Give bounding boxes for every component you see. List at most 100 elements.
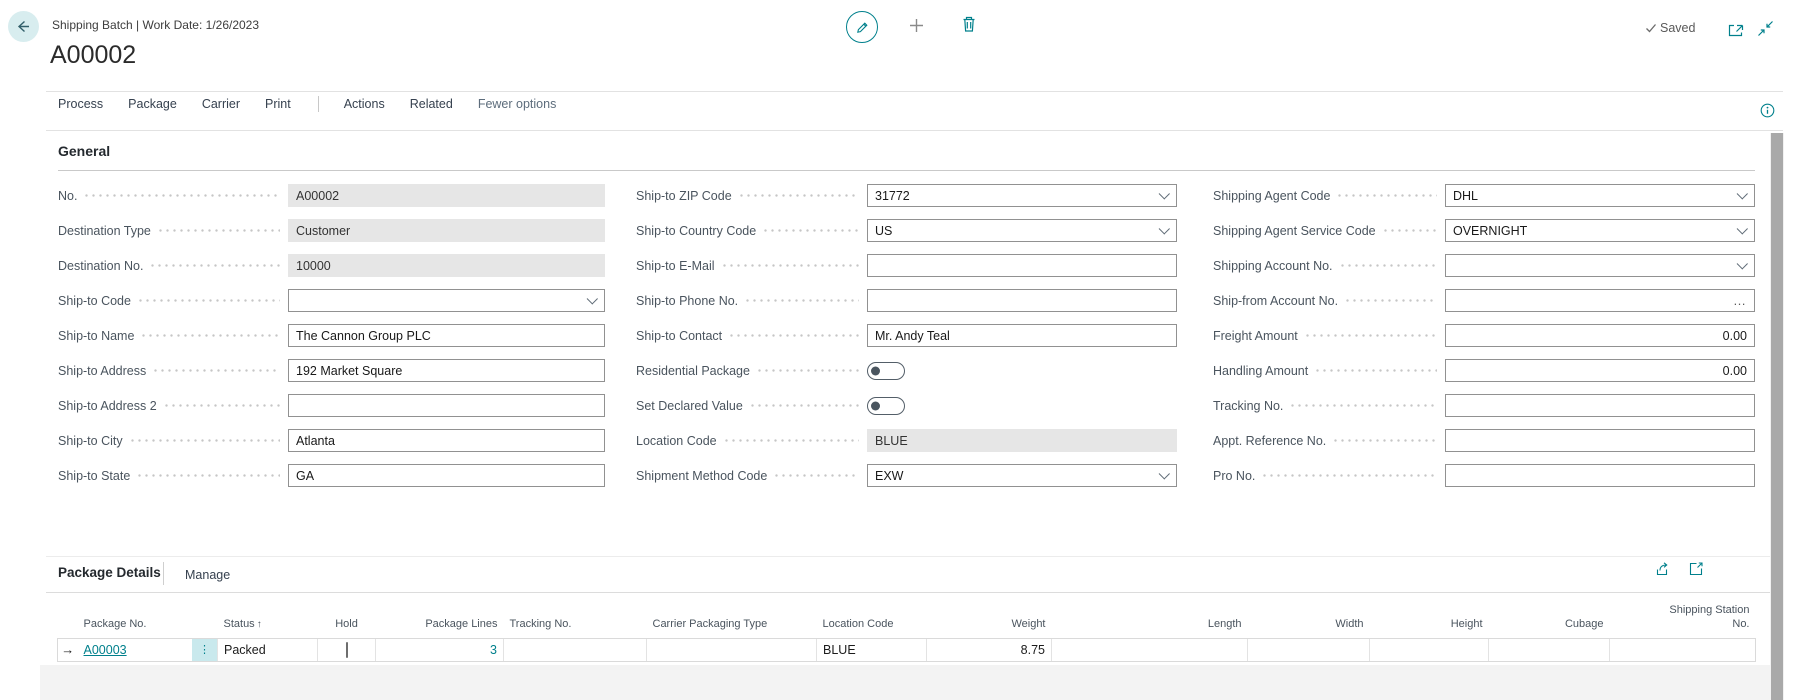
general-section-heading[interactable]: General	[58, 143, 110, 159]
column-header-label: Cubage	[1565, 618, 1604, 630]
shipping-account-no-field[interactable]	[1445, 254, 1755, 277]
action-bar-items: Process Package Carrier Print Actions Related…	[58, 96, 556, 112]
hold-column-header[interactable]: Hold	[318, 602, 376, 638]
package-lines-cell[interactable]: 3	[376, 638, 504, 661]
handling-amount-field[interactable]: 0.00	[1445, 359, 1755, 382]
new-button[interactable]	[908, 17, 925, 34]
delete-button[interactable]	[961, 15, 977, 33]
chevron-down-icon[interactable]	[1737, 258, 1748, 269]
tracking-no-column-header[interactable]: Tracking No.	[504, 602, 647, 638]
status-cell[interactable]: Packed	[218, 638, 318, 661]
field-row-ship-to-e-mail: Ship-to E-Mail	[636, 248, 1177, 283]
cubage-cell[interactable]	[1489, 638, 1610, 661]
package-lines-link[interactable]: 3	[490, 643, 497, 657]
package-menu[interactable]: Package	[128, 97, 177, 111]
ship-to-state-field[interactable]: GA	[288, 464, 605, 487]
height-cell[interactable]	[1370, 638, 1489, 661]
info-button[interactable]	[1760, 103, 1775, 118]
scrollbar-thumb[interactable]	[1771, 133, 1783, 700]
shipping-station-no-cell[interactable]	[1610, 638, 1756, 661]
field-label: Freight Amount	[1213, 329, 1445, 343]
width-column-header[interactable]: Width	[1248, 602, 1370, 638]
freight-amount-field[interactable]: 0.00	[1445, 324, 1755, 347]
dotted-leader	[83, 194, 280, 197]
related-menu[interactable]: Related	[410, 97, 453, 111]
location-code-column-header[interactable]: Location Code	[817, 602, 927, 638]
shipment-method-code-field[interactable]: EXW	[867, 464, 1177, 487]
back-button[interactable]	[8, 11, 39, 42]
hold-checkbox[interactable]	[346, 642, 348, 658]
appt-reference-no-field[interactable]	[1445, 429, 1755, 452]
ship-to-name-field[interactable]: The Cannon Group PLC	[288, 324, 605, 347]
ship-to-address-field[interactable]: 192 Market Square	[288, 359, 605, 382]
length-cell[interactable]	[1052, 638, 1248, 661]
chevron-down-icon[interactable]	[1737, 223, 1748, 234]
column-header-label: Package Lines	[425, 618, 497, 630]
chevron-down-icon[interactable]	[1737, 188, 1748, 199]
ship-to-city-field[interactable]: Atlanta	[288, 429, 605, 452]
pro-no-field[interactable]	[1445, 464, 1755, 487]
field-label: Ship-from Account No.	[1213, 294, 1445, 308]
column-header-label: Shipping Station No.	[1658, 604, 1750, 632]
cubage-column-header[interactable]: Cubage	[1489, 602, 1610, 638]
ship-to-phone-no-field[interactable]	[867, 289, 1177, 312]
width-cell[interactable]	[1248, 638, 1370, 661]
weight-cell[interactable]: 8.75	[927, 638, 1052, 661]
chevron-down-icon[interactable]	[587, 293, 598, 304]
print-menu[interactable]: Print	[265, 97, 291, 111]
set-declared-value-toggle[interactable]	[867, 397, 905, 415]
save-status-label: Saved	[1660, 21, 1695, 35]
package-no-link[interactable]: A00003	[84, 643, 127, 657]
package-lines-column-header[interactable]: Package Lines	[376, 602, 504, 638]
chevron-down-icon[interactable]	[1159, 188, 1170, 199]
tracking-no-field[interactable]	[1445, 394, 1755, 417]
field-label: Pro No.	[1213, 469, 1445, 483]
general-column-1: No.A00002Destination TypeCustomerDestina…	[58, 178, 605, 493]
shipping-station-no-column-header[interactable]: Shipping Station No.	[1610, 602, 1756, 638]
carrier-packaging-type-cell[interactable]	[647, 638, 817, 661]
ship-to-address-2-field[interactable]	[288, 394, 605, 417]
popout-button[interactable]	[1728, 23, 1744, 37]
residential-package-toggle[interactable]	[867, 362, 905, 380]
section-underline	[58, 170, 1755, 171]
ellipsis-icon[interactable]: …	[1733, 297, 1747, 305]
ship-from-account-no-field[interactable]: …	[1445, 289, 1755, 312]
chevron-down-icon[interactable]	[1159, 223, 1170, 234]
field-label: Shipping Agent Code	[1213, 189, 1445, 203]
actions-menu[interactable]: Actions	[344, 97, 385, 111]
ship-to-contact-field[interactable]: Mr. Andy Teal	[867, 324, 1177, 347]
height-column-header[interactable]: Height	[1370, 602, 1489, 638]
carrier-packaging-type-column-header[interactable]: Carrier Packaging Type	[647, 602, 817, 638]
package-details-heading[interactable]: Package Details	[58, 565, 161, 580]
ship-to-e-mail-field[interactable]	[867, 254, 1177, 277]
manage-menu[interactable]: Manage	[185, 568, 230, 582]
tracking-no-cell[interactable]	[504, 638, 647, 661]
package-no-cell[interactable]: A00003 ⋮	[78, 638, 218, 661]
location-code-cell[interactable]: BLUE	[817, 638, 927, 661]
shipping-agent-service-code-field[interactable]: OVERNIGHT	[1445, 219, 1755, 242]
share-button[interactable]	[1654, 561, 1670, 577]
field-value: EXW	[875, 469, 1155, 483]
length-column-header[interactable]: Length	[1052, 602, 1248, 638]
row-menu-button[interactable]: ⋮	[192, 639, 217, 661]
hold-cell[interactable]	[318, 638, 376, 661]
dotted-leader	[152, 369, 280, 372]
ship-to-code-field[interactable]	[288, 289, 605, 312]
shipping-agent-code-field[interactable]: DHL	[1445, 184, 1755, 207]
ship-to-zip-code-field[interactable]: 31772	[867, 184, 1177, 207]
chevron-down-icon[interactable]	[1159, 468, 1170, 479]
edit-button[interactable]	[846, 11, 878, 43]
collapse-button[interactable]	[1757, 20, 1774, 37]
field-label: Ship-to Country Code	[636, 224, 867, 238]
ship-to-country-code-field[interactable]: US	[867, 219, 1177, 242]
expand-grid-button[interactable]	[1688, 561, 1704, 577]
status-column-header[interactable]: Status↑	[218, 602, 318, 638]
carrier-menu[interactable]: Carrier	[202, 97, 240, 111]
toggle-knob	[871, 366, 880, 375]
dotted-leader	[721, 264, 860, 267]
package-no-column-header[interactable]: Package No.	[78, 602, 218, 638]
fewer-options-button[interactable]: Fewer options	[478, 97, 557, 111]
weight-column-header[interactable]: Weight	[927, 602, 1052, 638]
process-menu[interactable]: Process	[58, 97, 103, 111]
vertical-scrollbar[interactable]	[1770, 133, 1784, 700]
